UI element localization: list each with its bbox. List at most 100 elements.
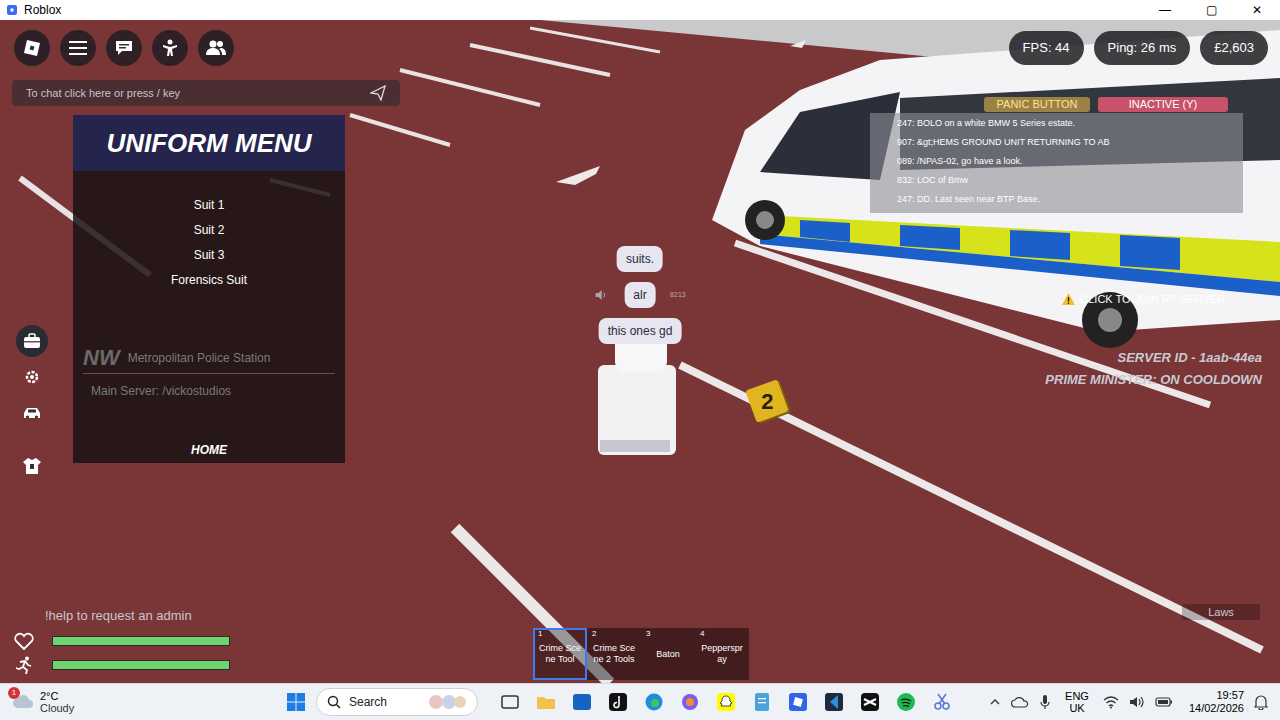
tray-chevron-icon[interactable]	[989, 696, 1001, 708]
windows-start-icon[interactable]	[286, 692, 306, 712]
hotbar-slot[interactable]: 2Crime Scene 2 Tools	[587, 628, 641, 680]
chat-bubble: this ones gd	[599, 318, 682, 344]
car-icon[interactable]	[16, 397, 48, 429]
radio-log-line: 832: LOC of Bmw	[897, 175, 1216, 186]
speaker-icon	[594, 289, 606, 301]
taskbar-center: Search	[286, 688, 478, 716]
volume-icon[interactable]	[1129, 695, 1145, 709]
uniform-icon[interactable]	[16, 450, 48, 482]
help-hint: !help to request an admin	[45, 606, 192, 626]
onedrive-icon[interactable]	[1011, 696, 1029, 708]
battery-icon[interactable]	[1155, 696, 1173, 708]
settings-gear-icon[interactable]	[16, 361, 48, 393]
title-bar: Roblox —▢✕	[0, 0, 1280, 20]
weather-icon-wrap: 1	[12, 693, 34, 711]
send-icon[interactable]	[370, 85, 386, 101]
briefcase-icon[interactable]	[16, 325, 48, 357]
server-link: Main Server: /vickostudios	[73, 374, 345, 400]
duty-buttons: PANIC BUTTON INACTIVE (Y)	[984, 97, 1228, 112]
uniform-menu: UNIFORM MENU Suit 1 Suit 2 Suit 3 Forensics …	[73, 115, 345, 463]
task-view-icon[interactable]	[500, 692, 520, 712]
uniform-menu-title: UNIFORM MENU	[106, 124, 311, 163]
language-indicator[interactable]: ENGUK	[1061, 690, 1093, 714]
microphone-icon[interactable]	[1039, 694, 1051, 710]
clock[interactable]: 19:5714/02/2026	[1183, 689, 1244, 715]
laws-button[interactable]: Laws	[1182, 604, 1260, 620]
tiktok-icon[interactable]	[608, 692, 628, 712]
bubble-row: alr8213	[624, 282, 655, 308]
uniform-option[interactable]: Suit 2	[194, 221, 225, 239]
vitals	[14, 632, 230, 674]
taskbar: 1 2°CCloudy Search ENGUK 19:5714/02/2026	[0, 683, 1280, 720]
window-control-button[interactable]: ▢	[1188, 0, 1234, 20]
weather-widget[interactable]: 1 2°CCloudy	[12, 690, 102, 714]
window-controls: —▢✕	[1142, 0, 1280, 20]
file-explorer-icon[interactable]	[536, 692, 556, 712]
outlook-icon[interactable]	[572, 692, 592, 712]
join-rp-server[interactable]: CLICK TO JOIN RP SERVER	[1062, 291, 1225, 308]
title-group: Roblox	[0, 4, 67, 16]
notification-bell-icon[interactable]	[1254, 694, 1268, 710]
hotbar-slot[interactable]: 4Pepperspray	[695, 628, 749, 680]
voice-tag: 8213	[670, 290, 686, 301]
station-row: NW Metropolitan Police Station	[83, 347, 335, 374]
chat-icon[interactable]	[106, 30, 142, 66]
uniform-option[interactable]: Suit 1	[194, 196, 225, 214]
spotify-icon[interactable]	[896, 692, 916, 712]
weather-condition: Cloudy	[40, 702, 74, 714]
server-id: SERVER ID - 1aab-44ea	[1117, 348, 1262, 368]
evidence-marker-number: 2	[761, 385, 773, 418]
weather-badge: 1	[8, 687, 20, 699]
stat-pill: Ping: 26 ms	[1094, 31, 1191, 65]
window-control-button[interactable]: —	[1142, 0, 1188, 20]
hotbar-label: Crime Scene Tool	[538, 643, 582, 665]
copilot-icon[interactable]	[680, 692, 700, 712]
stamina-fill	[53, 661, 229, 669]
game-viewport[interactable]: FPS: 44Ping: 26 ms£2,603PANIC BUTTONINAC…	[0, 20, 1280, 683]
taskbar-search[interactable]: Search	[316, 688, 478, 716]
uniform-option[interactable]: Forensics Suit	[171, 271, 247, 289]
home-button[interactable]: HOME	[73, 441, 345, 463]
station-name: Metropolitan Police Station	[128, 349, 271, 367]
bubble-row: this ones gd	[599, 318, 682, 344]
emote-icon[interactable]	[152, 30, 188, 66]
hotbar-slot[interactable]: 1Crime Scene Tool	[533, 628, 587, 680]
hotbar-slot[interactable]: 3Baton	[641, 628, 695, 680]
radio-log: 247: BOLO on a white BMW 5 Series estate…	[870, 113, 1243, 213]
menu-icon[interactable]	[60, 30, 96, 66]
side-toolbar	[16, 325, 48, 482]
bubble-row: suits.	[617, 246, 663, 272]
hotbar-label: Pepperspray	[700, 643, 744, 665]
roblox-top-buttons	[14, 30, 234, 66]
clock-date: 14/02/2026	[1189, 702, 1244, 715]
chat-input[interactable]	[26, 85, 362, 102]
window-control-button[interactable]: ✕	[1234, 0, 1280, 20]
radio-log-line: 247: DD. Last seen near BTP Base.	[897, 194, 1216, 205]
roblox-taskbar-icon[interactable]	[788, 692, 808, 712]
health-bar	[52, 636, 230, 646]
uniform-menu-header: UNIFORM MENU	[73, 115, 345, 171]
station-logo: NW	[83, 347, 120, 369]
vscode-icon[interactable]	[824, 692, 844, 712]
duty-status-button[interactable]: INACTIVE (Y)	[1098, 97, 1228, 112]
stat-pill: FPS: 44	[1009, 31, 1084, 65]
notepad-icon[interactable]	[752, 692, 772, 712]
roblox-logo-icon[interactable]	[14, 30, 50, 66]
snapchat-icon[interactable]	[716, 692, 736, 712]
snipping-tool-icon[interactable]	[932, 692, 952, 712]
hotbar-key: 3	[646, 630, 650, 638]
hotbar: 1Crime Scene Tool2Crime Scene 2 Tools3Ba…	[533, 628, 749, 680]
weather-text: 2°CCloudy	[40, 690, 74, 714]
heart-icon	[14, 632, 34, 650]
window-title: Roblox	[24, 4, 61, 16]
chat-bubble: suits.	[617, 246, 663, 272]
friends-icon[interactable]	[198, 30, 234, 66]
panic-button[interactable]: PANIC BUTTON	[984, 97, 1090, 112]
wifi-icon[interactable]	[1103, 695, 1119, 709]
radio-log-line: 907: &gt;HEMS GROUND UNIT RETURNING TO A…	[897, 137, 1216, 148]
uniform-option[interactable]: Suit 3	[194, 246, 225, 264]
edge-icon[interactable]	[644, 692, 664, 712]
roblox-app-icon	[6, 4, 18, 16]
capcut-icon[interactable]	[860, 692, 880, 712]
stamina-bar	[52, 660, 230, 670]
